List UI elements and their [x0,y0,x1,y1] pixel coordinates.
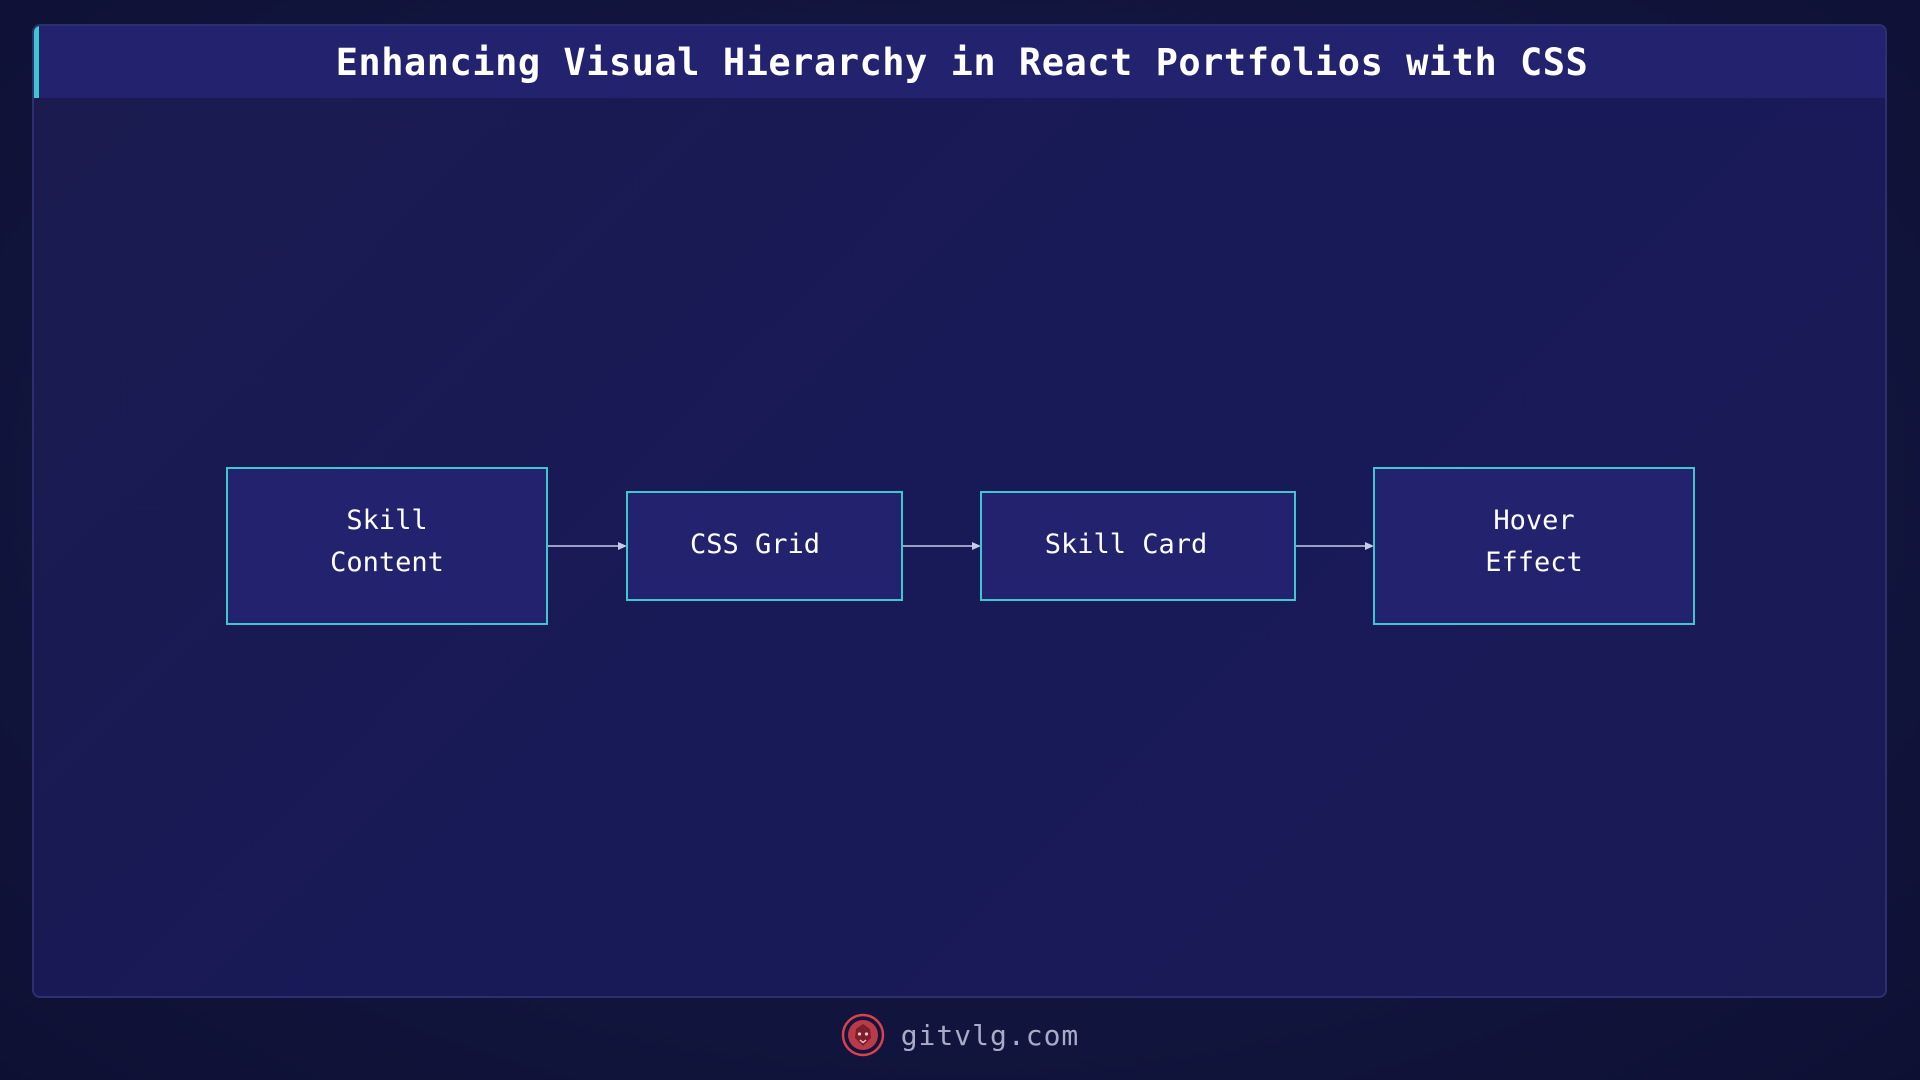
edge-skill-content-to-css-grid [547,542,627,550]
node-skill-card-label: Skill Card [1045,529,1208,560]
edge-css-grid-to-skill-card [902,542,981,550]
node-hover-effect-line-2: Effect [1485,547,1583,578]
footer: gitvlg.com [0,1010,1920,1060]
node-hover-effect-line-1: Hover [1493,505,1574,536]
lion-head-icon [841,1013,884,1057]
node-skill-content[interactable]: Skill Content [226,467,548,625]
node-skill-content-line-2: Content [330,547,444,578]
flow-diagram: Skill Content CSS Grid Skill Card Hover … [226,467,1695,625]
edge-skill-card-to-hover-effect [1295,542,1374,550]
node-skill-content-line-1: Skill [346,505,427,536]
node-css-grid-label: CSS Grid [690,529,820,560]
node-hover-effect[interactable]: Hover Effect [1373,467,1695,625]
node-skill-card[interactable]: Skill Card [980,491,1296,601]
site-link[interactable]: gitvlg.com [901,1019,1080,1052]
node-css-grid[interactable]: CSS Grid [626,491,903,601]
